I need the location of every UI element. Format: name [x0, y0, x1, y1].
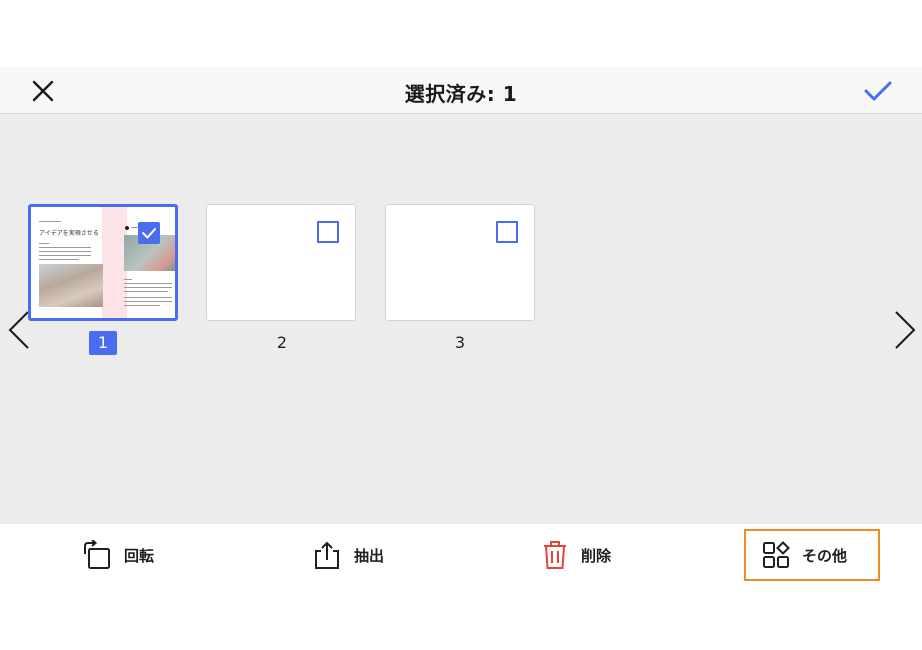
page-checkbox[interactable]	[317, 221, 339, 243]
delete-label: 削除	[581, 546, 612, 565]
trash-icon	[544, 541, 566, 569]
checkmark-icon	[864, 81, 892, 101]
grid-shapes-icon	[763, 541, 790, 568]
rotate-label: 回転	[124, 546, 155, 565]
extract-label: 抽出	[354, 546, 385, 565]
delete-button[interactable]: 削除	[541, 539, 611, 571]
preview-subtitle: アイデアを実現させる	[39, 230, 99, 237]
page-thumbnail-3[interactable]	[385, 204, 535, 321]
more-label: その他	[802, 546, 848, 565]
more-button[interactable]: その他	[762, 539, 847, 571]
page-grid-area: アイデアを実現させる 1 2 3	[0, 114, 922, 524]
page-thumbnail-2[interactable]	[206, 204, 356, 321]
page-thumbnail-1[interactable]: アイデアを実現させる	[28, 204, 178, 321]
page-number-1: 1	[89, 331, 117, 355]
chevron-right-icon	[895, 311, 916, 349]
bottom-toolbar: 回転 抽出 削除 その他	[0, 524, 922, 584]
extract-button[interactable]: 抽出	[312, 539, 384, 571]
preview-photo	[39, 264, 103, 307]
page-number-3: 3	[454, 333, 466, 352]
rotate-button[interactable]: 回転	[82, 539, 154, 571]
header-bar: 選択済み: 1	[0, 67, 922, 114]
confirm-button[interactable]	[862, 77, 894, 105]
page-title: 選択済み: 1	[404, 82, 518, 106]
extract-icon	[315, 541, 339, 569]
page-checkbox-checked[interactable]	[138, 222, 160, 244]
next-page-button[interactable]	[892, 309, 918, 351]
checkmark-icon	[142, 228, 156, 239]
page-number-2: 2	[276, 333, 288, 352]
page-checkbox[interactable]	[496, 221, 518, 243]
rotate-icon	[84, 540, 110, 569]
